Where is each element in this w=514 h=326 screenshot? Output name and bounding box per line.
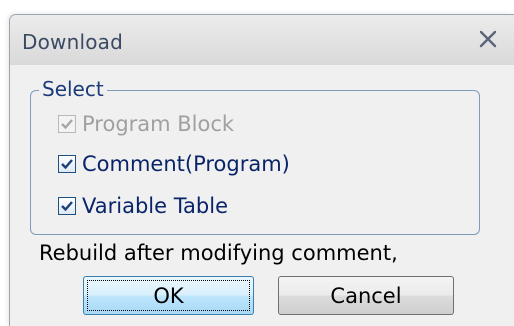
check-icon	[61, 159, 73, 170]
ok-button-label: OK	[153, 283, 184, 308]
checkbox-box	[58, 115, 76, 133]
checkbox-box[interactable]	[58, 155, 76, 173]
checkbox-label[interactable]: Comment(Program)	[82, 152, 290, 176]
select-groupbox: Select Program Block Comment(Program) Va…	[30, 77, 480, 235]
cancel-button[interactable]: Cancel	[278, 276, 454, 315]
group-legend: Select	[39, 77, 107, 101]
check-icon	[61, 119, 73, 130]
rebuild-note: Rebuild after modifying comment,	[39, 241, 398, 265]
cancel-button-label: Cancel	[330, 283, 402, 308]
dialog-title: Download	[22, 30, 124, 54]
checkbox-label[interactable]: Variable Table	[82, 194, 228, 218]
download-dialog: Download Select Program Block Comment(Pr…	[9, 14, 514, 326]
program-block-checkbox: Program Block	[58, 109, 234, 139]
close-icon[interactable]	[476, 27, 500, 51]
checkbox-label: Program Block	[82, 112, 235, 136]
variable-table-checkbox[interactable]: Variable Table	[58, 191, 228, 221]
check-icon	[61, 201, 73, 212]
ok-button[interactable]: OK	[83, 276, 254, 315]
comment-program-checkbox[interactable]: Comment(Program)	[58, 149, 290, 179]
dialog-body: Select Program Block Comment(Program) Va…	[10, 65, 514, 326]
title-bar[interactable]: Download	[10, 15, 514, 65]
checkbox-box[interactable]	[58, 197, 76, 215]
